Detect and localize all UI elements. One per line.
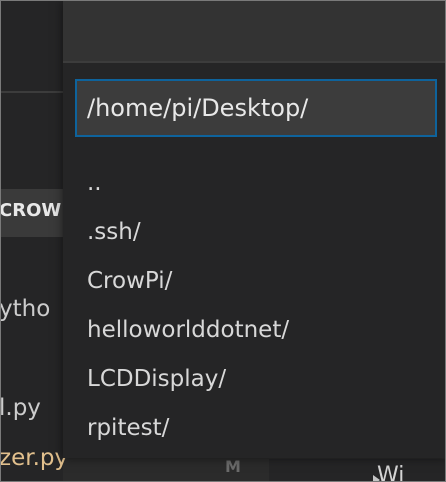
explorer-file-item-modified[interactable]: zer.py: [1, 445, 68, 471]
list-item-parent[interactable]: ..: [63, 159, 445, 208]
list-item-lcddisplay[interactable]: LCDDisplay/: [63, 355, 445, 404]
editor-titlebar: [1, 1, 63, 91]
explorer-sidebar: [1, 93, 63, 481]
quick-open-dialog: .. .ssh/ CrowPi/ helloworlddotnet/ LCDDi…: [63, 1, 445, 458]
list-item-ssh[interactable]: .ssh/: [63, 208, 445, 257]
dialog-title-bar: [63, 1, 445, 63]
explorer-file-item[interactable]: ytho: [1, 296, 50, 322]
explorer-section-label[interactable]: CROW: [1, 200, 61, 221]
window-frame: CROW ytho l.py zer.py M Wi .. .ssh/ Crow…: [0, 0, 446, 482]
list-item-helloworlddotnet[interactable]: helloworlddotnet/: [63, 306, 445, 355]
list-item-rpitest[interactable]: rpitest/: [63, 404, 445, 453]
folder-list: .. .ssh/ CrowPi/ helloworlddotnet/ LCDDi…: [63, 159, 445, 453]
explorer-file-item[interactable]: l.py: [1, 395, 41, 421]
path-input[interactable]: [75, 79, 437, 137]
modified-marker: M: [225, 457, 241, 476]
list-item-crowpi[interactable]: CrowPi/: [63, 257, 445, 306]
bottom-panel: [269, 459, 445, 481]
bottom-panel-label[interactable]: Wi: [377, 463, 404, 481]
